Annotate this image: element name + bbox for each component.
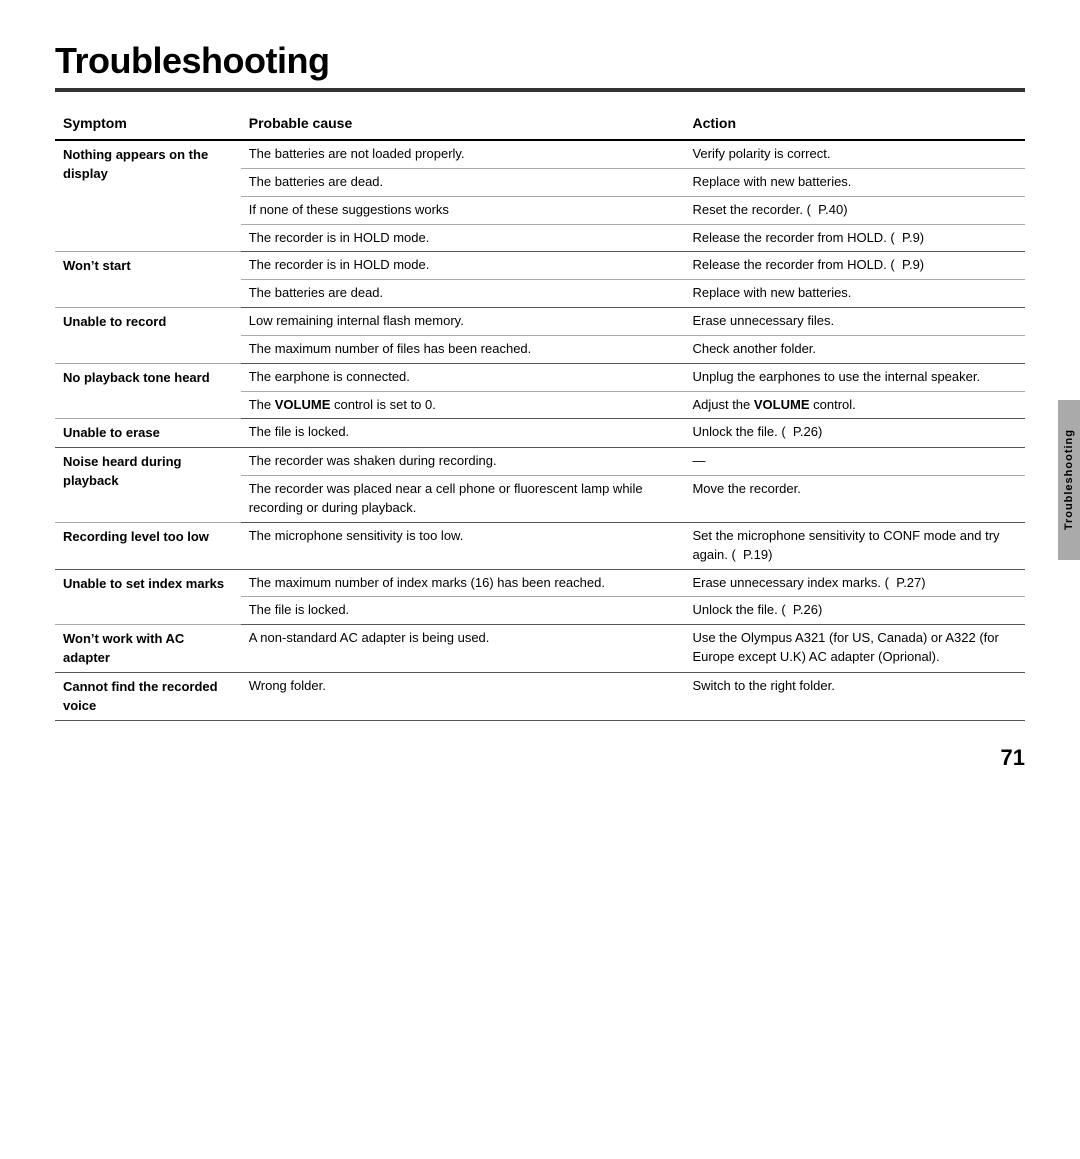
page-number: 71: [1001, 745, 1025, 771]
action-cell: Reset the recorder. ( P.40): [684, 196, 1025, 224]
action-cell: Unlock the file. ( P.26): [684, 419, 1025, 448]
table-row: Recording level too lowThe microphone se…: [55, 522, 1025, 569]
troubleshooting-table: Symptom Probable cause Action Nothing ap…: [55, 110, 1025, 721]
action-cell: Erase unnecessary index marks. ( P.27): [684, 569, 1025, 597]
cause-cell: The earphone is connected.: [241, 363, 685, 391]
action-cell: Adjust the VOLUME control.: [684, 391, 1025, 419]
table-row: Nothing appears on the displayThe batter…: [55, 140, 1025, 168]
cause-cell: The VOLUME control is set to 0.: [241, 391, 685, 419]
table-row: Cannot find the recorded voiceWrong fold…: [55, 672, 1025, 720]
cause-cell: If none of these suggestions works: [241, 196, 685, 224]
symptom-cell: Won’t start: [55, 252, 241, 308]
table-row: Noise heard during playbackThe recorder …: [55, 448, 1025, 476]
action-cell: Use the Olympus A321 (for US, Canada) or…: [684, 625, 1025, 673]
side-label: Troubleshooting: [1058, 400, 1080, 560]
table-row: Unable to recordLow remaining internal f…: [55, 308, 1025, 336]
action-cell: —: [684, 448, 1025, 476]
symptom-cell: Cannot find the recorded voice: [55, 672, 241, 720]
symptom-cell: Recording level too low: [55, 522, 241, 569]
cause-cell: The batteries are not loaded properly.: [241, 140, 685, 168]
action-cell: Set the microphone sensitivity to CONF m…: [684, 522, 1025, 569]
page-container: Troubleshooting Symptom Probable cause A…: [0, 0, 1080, 801]
header-action: Action: [684, 110, 1025, 140]
action-cell: Erase unnecessary files.: [684, 308, 1025, 336]
table-row: No playback tone heardThe earphone is co…: [55, 363, 1025, 391]
cause-cell: The recorder is in HOLD mode.: [241, 224, 685, 252]
symptom-cell: Noise heard during playback: [55, 448, 241, 523]
symptom-cell: Unable to record: [55, 308, 241, 364]
action-cell: Switch to the right folder.: [684, 672, 1025, 720]
cause-cell: The recorder was shaken during recording…: [241, 448, 685, 476]
cause-cell: Low remaining internal flash memory.: [241, 308, 685, 336]
symptom-cell: Unable to set index marks: [55, 569, 241, 625]
cause-cell: The microphone sensitivity is too low.: [241, 522, 685, 569]
action-cell: Move the recorder.: [684, 476, 1025, 523]
action-cell: Unlock the file. ( P.26): [684, 597, 1025, 625]
symptom-cell: Unable to erase: [55, 419, 241, 448]
table-row: Won’t work with AC adapterA non-standard…: [55, 625, 1025, 673]
symptom-cell: Nothing appears on the display: [55, 140, 241, 252]
cause-cell: The batteries are dead.: [241, 168, 685, 196]
header-symptom: Symptom: [55, 110, 241, 140]
header-cause: Probable cause: [241, 110, 685, 140]
cause-cell: The maximum number of files has been rea…: [241, 335, 685, 363]
action-cell: Release the recorder from HOLD. ( P.9): [684, 224, 1025, 252]
action-cell: Check another folder.: [684, 335, 1025, 363]
cause-cell: The recorder is in HOLD mode.: [241, 252, 685, 280]
action-cell: Replace with new batteries.: [684, 280, 1025, 308]
cause-cell: The recorder was placed near a cell phon…: [241, 476, 685, 523]
cause-cell: The maximum number of index marks (16) h…: [241, 569, 685, 597]
title-divider: [55, 88, 1025, 92]
cause-cell: The file is locked.: [241, 419, 685, 448]
table-row: Unable to eraseThe file is locked.Unlock…: [55, 419, 1025, 448]
cause-cell: Wrong folder.: [241, 672, 685, 720]
action-cell: Release the recorder from HOLD. ( P.9): [684, 252, 1025, 280]
action-cell: Replace with new batteries.: [684, 168, 1025, 196]
table-row: Won’t startThe recorder is in HOLD mode.…: [55, 252, 1025, 280]
table-row: Unable to set index marksThe maximum num…: [55, 569, 1025, 597]
cause-cell: A non-standard AC adapter is being used.: [241, 625, 685, 673]
action-cell: Unplug the earphones to use the internal…: [684, 363, 1025, 391]
action-cell: Verify polarity is correct.: [684, 140, 1025, 168]
symptom-cell: Won’t work with AC adapter: [55, 625, 241, 673]
page-title: Troubleshooting: [55, 40, 1025, 82]
cause-cell: The batteries are dead.: [241, 280, 685, 308]
symptom-cell: No playback tone heard: [55, 363, 241, 419]
cause-cell: The file is locked.: [241, 597, 685, 625]
